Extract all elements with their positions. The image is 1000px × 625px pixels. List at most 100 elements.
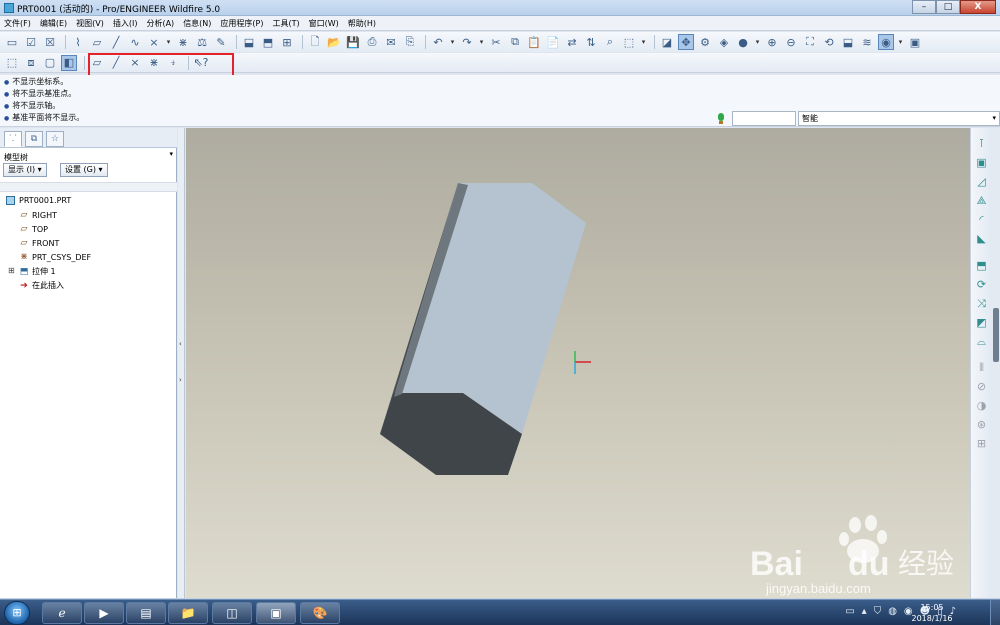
send-link-icon[interactable]: ⎘	[402, 34, 418, 50]
intersect-tool-icon[interactable]: ⊛	[974, 417, 989, 432]
datum-point-tool-icon[interactable]: ×	[146, 34, 162, 50]
tray-security-icon[interactable]: ◍	[888, 606, 897, 617]
show-desktop-button[interactable]	[990, 600, 1000, 625]
close-button[interactable]: X	[960, 0, 996, 14]
cut-icon[interactable]: ✂	[488, 34, 504, 50]
print-icon[interactable]: ⎙	[364, 34, 380, 50]
layers-icon[interactable]: ≋	[859, 34, 875, 50]
panel-splitter[interactable]: ‹ ›	[178, 128, 185, 598]
redo-icon[interactable]: ↷	[459, 34, 475, 50]
draft-tool-icon[interactable]: ⟁	[974, 193, 989, 208]
proe-launcher-taskbar-icon[interactable]: ◫	[212, 602, 252, 624]
media-player-taskbar-icon[interactable]: ▶	[84, 602, 124, 624]
chevron-down-icon[interactable]: ▾	[165, 34, 172, 50]
settings-menu-button[interactable]: 设置 (G) ▾	[60, 163, 108, 177]
checked-window-icon[interactable]: ☑	[23, 34, 39, 50]
chamfer-tool-icon[interactable]: ◣	[974, 231, 989, 246]
boundary-blend-icon[interactable]: ⌓	[974, 334, 989, 349]
tree-item-right[interactable]: ▱ RIGHT	[18, 210, 58, 220]
ie-taskbar-icon[interactable]: ℯ	[42, 602, 82, 624]
close-window-icon[interactable]: ☒	[42, 34, 58, 50]
view-manager-icon[interactable]: ▣	[907, 34, 923, 50]
window-icon[interactable]: ▭	[4, 34, 20, 50]
maximize-button[interactable]: □	[936, 0, 960, 14]
explorer-taskbar-icon[interactable]: 📁	[168, 602, 208, 624]
regenerate-icon[interactable]: ⇄	[564, 34, 580, 50]
tab-folder-browser[interactable]: ⧉	[25, 131, 43, 147]
datum-plane-display-icon[interactable]: ▱	[89, 55, 105, 71]
paint-taskbar-icon[interactable]: 🎨	[300, 602, 340, 624]
spin-center-icon[interactable]: ✥	[678, 34, 694, 50]
wireframe-icon[interactable]: ⬚	[4, 55, 20, 71]
display-style-icon[interactable]: ◉	[878, 34, 894, 50]
datum-curve-tool-icon[interactable]: ∿	[127, 34, 143, 50]
tree-item-top[interactable]: ▱ TOP	[18, 224, 48, 234]
named-view-icon[interactable]: ◈	[716, 34, 732, 50]
save-icon[interactable]: 💾	[345, 34, 361, 50]
extrude-tool-icon[interactable]: ⬒	[974, 258, 989, 273]
tree-item-extrude[interactable]: ⬒ 拉伸 1	[18, 266, 56, 277]
tray-shield-icon[interactable]: ⛉	[874, 606, 882, 617]
refit-icon[interactable]: ⛶	[802, 34, 818, 50]
expand-arrow-icon[interactable]: ›	[179, 376, 182, 384]
pattern-tool-icon[interactable]: ⊞	[974, 436, 989, 451]
tree-item-front[interactable]: ▱ FRONT	[18, 238, 60, 248]
selection-filter-select[interactable]: 智能 ▾	[798, 111, 1000, 126]
sweep-tool-icon[interactable]: ⤨	[974, 296, 989, 311]
taskbar-clock[interactable]: 15:05 2018/1/16	[906, 602, 958, 624]
trim-tool-icon[interactable]: ◑	[974, 398, 989, 413]
menu-window[interactable]: 窗口(W)	[309, 18, 339, 29]
appearance-icon[interactable]: ●	[735, 34, 751, 50]
proe-window-taskbar-icon[interactable]: ▣	[256, 602, 296, 624]
analysis-tool-icon[interactable]: ⚖	[194, 34, 210, 50]
paste-icon[interactable]: 📋	[526, 34, 542, 50]
command-search-field[interactable]	[732, 111, 796, 126]
context-help-icon[interactable]: ⇖?	[193, 55, 209, 71]
round-tool-icon[interactable]: ◜	[974, 212, 989, 227]
undo-icon[interactable]: ↶	[430, 34, 446, 50]
chevron-down-icon[interactable]: ▾	[478, 34, 485, 50]
tree-item-part[interactable]: PRT0001.PRT	[6, 196, 71, 205]
reorient-icon[interactable]: ⟲	[821, 34, 837, 50]
annotation-display-icon[interactable]: ⍖	[165, 55, 181, 71]
menu-help[interactable]: 帮助(H)	[348, 18, 376, 29]
tray-hardware-icon[interactable]: ▭	[845, 606, 854, 617]
revolve-tool-icon[interactable]: ⟳	[974, 277, 989, 292]
regen-manager-icon[interactable]: ⇅	[583, 34, 599, 50]
collapse-arrow-icon[interactable]: ‹	[179, 340, 182, 348]
calculator-taskbar-icon[interactable]: ▤	[126, 602, 166, 624]
menu-tools[interactable]: 工具(T)	[273, 18, 300, 29]
tray-arrow-icon[interactable]: ▴	[862, 606, 867, 617]
menu-applications[interactable]: 应用程序(P)	[220, 18, 263, 29]
sketch-tool-icon[interactable]: ⌇	[70, 34, 86, 50]
csys-display-icon[interactable]: ⋇	[146, 55, 162, 71]
csys-tool-icon[interactable]: ⋇	[175, 34, 191, 50]
scroll-thumb[interactable]	[993, 308, 999, 362]
menu-view[interactable]: 视图(V)	[76, 18, 104, 29]
tree-item-csys[interactable]: ⋇ PRT_CSYS_DEF	[18, 252, 91, 262]
tab-model-tree[interactable]: ⸪	[4, 131, 22, 147]
copy-icon[interactable]: ⧉	[507, 34, 523, 50]
datum-axis-tool-icon[interactable]: ╱	[108, 34, 124, 50]
zoom-out-icon[interactable]: ⊖	[783, 34, 799, 50]
chevron-down-icon[interactable]: ▾	[169, 150, 173, 158]
orient-mode-icon[interactable]: ⚙	[697, 34, 713, 50]
hole-tool-icon[interactable]: ⊺	[974, 136, 989, 151]
tree-item-insert-here[interactable]: ➔ 在此插入	[18, 280, 64, 291]
datum-axis-display-icon[interactable]: ╱	[108, 55, 124, 71]
tab-favorites[interactable]: ☆	[46, 131, 64, 147]
menu-edit[interactable]: 编辑(E)	[40, 18, 67, 29]
pencil-tool-icon[interactable]: ✎	[213, 34, 229, 50]
datum-plane-tool-icon[interactable]: ▱	[89, 34, 105, 50]
chevron-down-icon[interactable]: ▾	[754, 34, 761, 50]
new-file-icon[interactable]: 🗋	[307, 34, 323, 50]
mirror-tool-icon[interactable]: ⫴	[974, 360, 989, 375]
datum-point-display-icon[interactable]: ×	[127, 55, 143, 71]
layer-tool-icon[interactable]: ⬓	[241, 34, 257, 50]
chevron-down-icon[interactable]: ▾	[897, 34, 904, 50]
minimize-button[interactable]: –	[912, 0, 936, 14]
rib-tool-icon[interactable]: ◿	[974, 174, 989, 189]
menu-info[interactable]: 信息(N)	[183, 18, 211, 29]
saved-views-icon[interactable]: ⬓	[840, 34, 856, 50]
menu-analysis[interactable]: 分析(A)	[146, 18, 174, 29]
